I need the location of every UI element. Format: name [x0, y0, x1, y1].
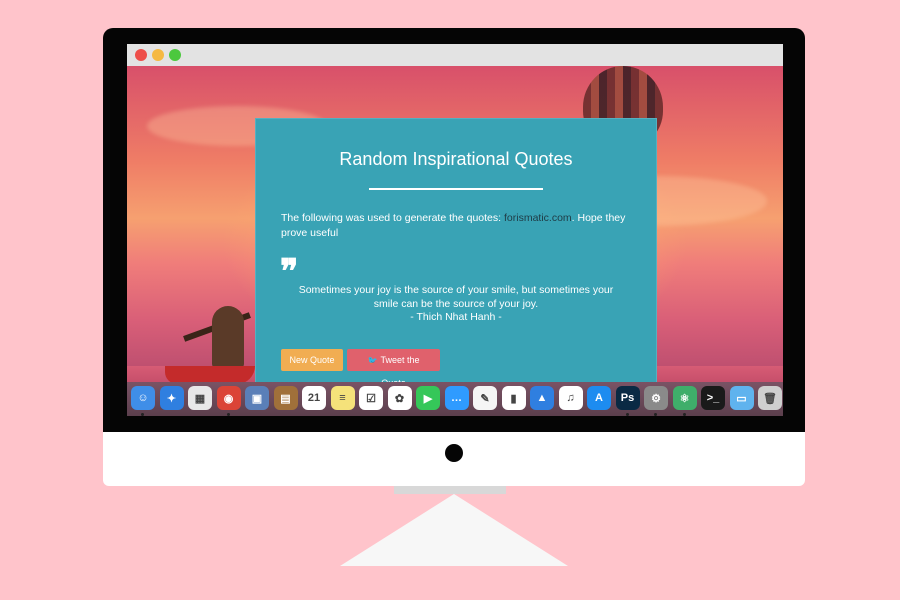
forismatic-link[interactable]: forismatic.com — [504, 212, 572, 224]
itunes-icon[interactable]: ♫ — [558, 386, 583, 410]
dock-running-indicator — [654, 413, 657, 416]
dock-running-indicator — [141, 413, 144, 416]
photos-icon[interactable]: ✿ — [387, 386, 412, 410]
quote-card: Random Inspirational Quotes The followin… — [255, 118, 657, 388]
title-divider — [369, 188, 543, 190]
dock-running-indicator — [682, 413, 686, 416]
preview-icon[interactable]: ▣ — [245, 386, 269, 410]
dock-running-indicator — [625, 413, 629, 416]
notes-icon[interactable]: ≡ — [330, 386, 355, 410]
new-quote-label: New Quote — [289, 355, 335, 365]
app-store-icon[interactable]: A — [587, 386, 611, 410]
intro-prefix: The following was used to generate the q… — [281, 212, 504, 224]
canoeist-image — [212, 306, 244, 368]
messages-icon[interactable]: … — [444, 386, 469, 410]
quote-author: - Thich Nhat Hanh - — [410, 311, 502, 323]
new-quote-button[interactable]: New Quote — [281, 349, 343, 371]
desktop-wallpaper: Random Inspirational Quotes The followin… — [127, 66, 783, 406]
monitor-stand-base — [340, 494, 568, 566]
monitor-logo-dot — [445, 444, 463, 462]
facetime-icon[interactable]: ▶ — [416, 386, 440, 410]
minimize-window-button[interactable] — [152, 49, 164, 61]
quote-text: Sometimes your joy is the source of your… — [298, 284, 614, 310]
monitor-chin — [103, 432, 805, 486]
chrome-icon[interactable]: ◉ — [216, 386, 241, 410]
photoshop-icon[interactable]: Ps — [615, 386, 640, 410]
textedit-icon[interactable]: ✎ — [473, 386, 497, 410]
intro-text: The following was used to generate the q… — [281, 211, 641, 241]
trash-icon[interactable]: 🗑 — [758, 386, 782, 410]
notebook-icon[interactable]: ▤ — [273, 386, 298, 410]
terminal-icon[interactable]: >_ — [701, 386, 725, 410]
system-preferences-icon[interactable]: ⚙ — [644, 386, 668, 410]
finder-icon[interactable]: ☺ — [131, 386, 155, 410]
window-titlebar — [127, 44, 783, 67]
folder-icon[interactable]: ▭ — [729, 386, 754, 410]
close-window-button[interactable] — [135, 49, 147, 61]
dock-running-indicator — [226, 413, 230, 416]
calendar-icon[interactable]: 21 — [302, 386, 326, 410]
reminders-icon[interactable]: ☑ — [359, 386, 383, 410]
atom-icon[interactable]: ⚛ — [672, 386, 697, 410]
tweet-quote-button[interactable]: 🐦Tweet the Quote — [347, 349, 440, 388]
maximize-window-button[interactable] — [169, 49, 181, 61]
numbers-icon[interactable]: ▮ — [501, 386, 526, 410]
twitter-bird-icon: 🐦 — [367, 356, 378, 365]
page-title: Random Inspirational Quotes — [339, 149, 573, 169]
safari-icon[interactable]: ✦ — [159, 386, 184, 410]
monitor-screen: Random Inspirational Quotes The followin… — [127, 44, 783, 416]
launchpad-icon[interactable]: ▦ — [188, 386, 212, 410]
dock: ☺ ✦ ▦ ◉ ▣ ▤ 21 ≡ ☑ ✿ ▶… ✎ ▮ ▲ ♫ A Ps ⚙ ⚛ >_ ▭ 🗑 — [127, 382, 783, 416]
keynote-icon[interactable]: ▲ — [530, 386, 554, 410]
